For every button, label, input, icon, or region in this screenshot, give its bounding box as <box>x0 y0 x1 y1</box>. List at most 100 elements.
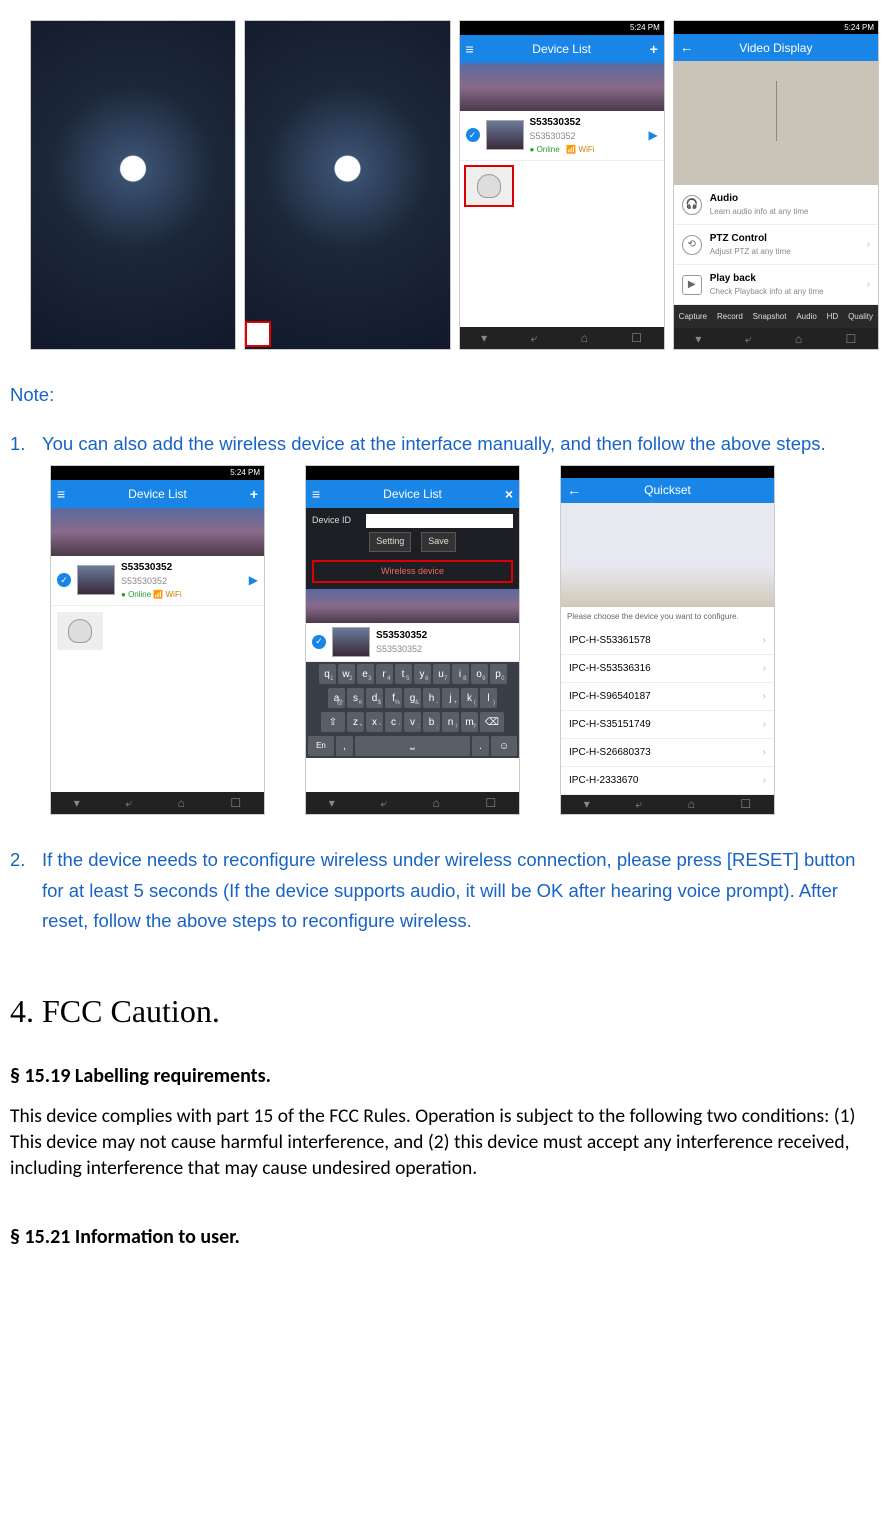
app-header: ← Video Display <box>674 34 878 61</box>
ptz-icon: ⟲ <box>682 235 702 255</box>
quickset-illustration <box>561 503 774 607</box>
quickset-prompt: Please choose the device you want to con… <box>561 607 774 627</box>
quickset-device-item[interactable]: IPC-H-S53361578› <box>561 627 774 655</box>
toolbar-capture[interactable]: Capture <box>679 311 707 323</box>
camera-slot[interactable] <box>55 610 105 652</box>
toolbar-snapshot[interactable]: Snapshot <box>753 311 787 323</box>
android-nav-bar: ▾⤶⌂☐ <box>51 792 264 814</box>
nav-home-icon[interactable]: ⌂ <box>581 329 588 347</box>
banner-image <box>51 508 264 556</box>
key-t[interactable]: t5 <box>395 664 412 684</box>
splash-screen-1 <box>30 20 236 350</box>
header-title: Device List <box>128 485 187 503</box>
key-w[interactable]: w2 <box>338 664 355 684</box>
nav-recent-icon[interactable]: ☐ <box>631 329 642 347</box>
key-a[interactable]: a@ <box>328 688 345 708</box>
menu-playback[interactable]: ▶ Play back Check Playback info at any t… <box>674 265 878 305</box>
headphones-icon: 🎧 <box>682 195 702 215</box>
device-list-screen: 5:24 PM ≡ Device List + ✓ S53530352 S535… <box>459 20 665 350</box>
key-z[interactable]: z* <box>347 712 364 732</box>
device-name: S53530352 <box>530 115 643 130</box>
key-i[interactable]: i8 <box>452 664 469 684</box>
chevron-right-icon: › <box>867 277 870 292</box>
play-icon[interactable]: ▶ <box>649 126 658 144</box>
nav-back-icon[interactable]: ⤶ <box>531 329 538 347</box>
close-icon[interactable]: × <box>505 484 513 505</box>
setting-button[interactable]: Setting <box>369 532 411 552</box>
quickset-device-item[interactable]: IPC-H-S53536316› <box>561 655 774 683</box>
key-f[interactable]: f% <box>385 688 402 708</box>
key-l[interactable]: l) <box>480 688 497 708</box>
device-status: ● Online 📶 WiFi <box>530 144 643 156</box>
add-icon[interactable]: + <box>250 484 258 505</box>
menu-icon[interactable]: ≡ <box>466 39 474 60</box>
toolbar-audio[interactable]: Audio <box>796 311 816 323</box>
soft-keyboard[interactable]: q1w2e3r4t5y6u7i8o9p0a@s#d$f%g&h-j+k(l)⇧z… <box>306 662 519 758</box>
key-q[interactable]: q1 <box>319 664 336 684</box>
key-m[interactable]: m? <box>461 712 478 732</box>
wireless-dialog-screen: ≡ Device List × Device ID Setting Save W… <box>305 465 520 815</box>
key-c[interactable]: c' <box>385 712 402 732</box>
key-o[interactable]: o9 <box>471 664 488 684</box>
device-item[interactable]: ✓ S53530352 S53530352 ● Online 📶 WiFi ▶ <box>460 111 664 161</box>
nav-menu-icon[interactable]: ▾ <box>481 329 487 347</box>
subsection-1519-body: This device complies with part 15 of the… <box>10 1103 879 1182</box>
header-title: Video Display <box>739 39 812 57</box>
quickset-device-item[interactable]: IPC-H-S96540187› <box>561 683 774 711</box>
key-p[interactable]: p0 <box>490 664 507 684</box>
camera-app-icon <box>245 321 271 347</box>
quickset-device-item[interactable]: IPC-H-S35151749› <box>561 711 774 739</box>
check-icon: ✓ <box>312 635 326 649</box>
section-4-heading: 4. FCC Caution. <box>10 987 879 1035</box>
key-s[interactable]: s# <box>347 688 364 708</box>
android-nav-bar: ▾⤶⌂☐ <box>674 328 878 349</box>
key-u[interactable]: u7 <box>433 664 450 684</box>
device-id-label: Device ID <box>312 514 362 528</box>
android-nav-bar: ▾⤶⌂☐ <box>561 795 774 814</box>
menu-audio[interactable]: 🎧 Audio Learn audio info at any time <box>674 185 878 225</box>
status-bar: 5:24 PM <box>460 21 664 35</box>
key-j[interactable]: j+ <box>442 688 459 708</box>
key-k[interactable]: k( <box>461 688 478 708</box>
quickset-screen: ← Quickset Please choose the device you … <box>560 465 775 815</box>
quickset-device-item[interactable]: IPC-H-2333670› <box>561 767 774 795</box>
key-x[interactable]: x" <box>366 712 383 732</box>
back-icon[interactable]: ← <box>567 480 581 501</box>
camera-slot-highlight[interactable] <box>464 165 514 207</box>
device-id-input[interactable] <box>366 514 513 528</box>
device-thumbnail <box>77 565 115 595</box>
key-h[interactable]: h- <box>423 688 440 708</box>
back-icon[interactable]: ← <box>680 37 694 58</box>
wireless-device-button[interactable]: Wireless device <box>312 560 513 584</box>
save-button[interactable]: Save <box>421 532 456 552</box>
key-y[interactable]: y6 <box>414 664 431 684</box>
app-header: ≡ Device List + <box>51 480 264 508</box>
toolbar-record[interactable]: Record <box>717 311 743 323</box>
menu-icon[interactable]: ≡ <box>312 484 320 505</box>
check-icon: ✓ <box>57 573 71 587</box>
play-icon[interactable]: ▶ <box>249 571 258 589</box>
toolbar-hd[interactable]: HD <box>827 311 839 323</box>
device-item[interactable]: ✓ S53530352 S53530352 ● Online 📶 WiFi ▶ <box>51 556 264 606</box>
quickset-device-item[interactable]: IPC-H-S26680373› <box>561 739 774 767</box>
key-n[interactable]: n! <box>442 712 459 732</box>
header-title: Quickset <box>644 481 691 499</box>
app-header: ≡ Device List + <box>460 35 664 63</box>
key-e[interactable]: e3 <box>357 664 374 684</box>
header-title: Device List <box>383 485 442 503</box>
live-video-area[interactable] <box>674 61 878 185</box>
key-b[interactable]: b; <box>423 712 440 732</box>
add-icon[interactable]: + <box>650 39 658 60</box>
device-id-dialog: Device ID Setting Save Wireless device <box>306 508 519 589</box>
device-thumbnail <box>332 627 370 657</box>
key-g[interactable]: g& <box>404 688 421 708</box>
toolbar-quality[interactable]: Quality <box>848 311 873 323</box>
menu-ptz[interactable]: ⟲ PTZ Control Adjust PTZ at any time › <box>674 225 878 265</box>
key-v[interactable]: v: <box>404 712 421 732</box>
video-display-screen: 5:24 PM ← Video Display 🎧 Audio Learn au… <box>673 20 879 350</box>
key-r[interactable]: r4 <box>376 664 393 684</box>
device-item[interactable]: ✓ S53530352 S53530352 <box>306 623 519 662</box>
menu-icon[interactable]: ≡ <box>57 484 65 505</box>
key-d[interactable]: d$ <box>366 688 383 708</box>
camera-icon <box>68 619 92 643</box>
